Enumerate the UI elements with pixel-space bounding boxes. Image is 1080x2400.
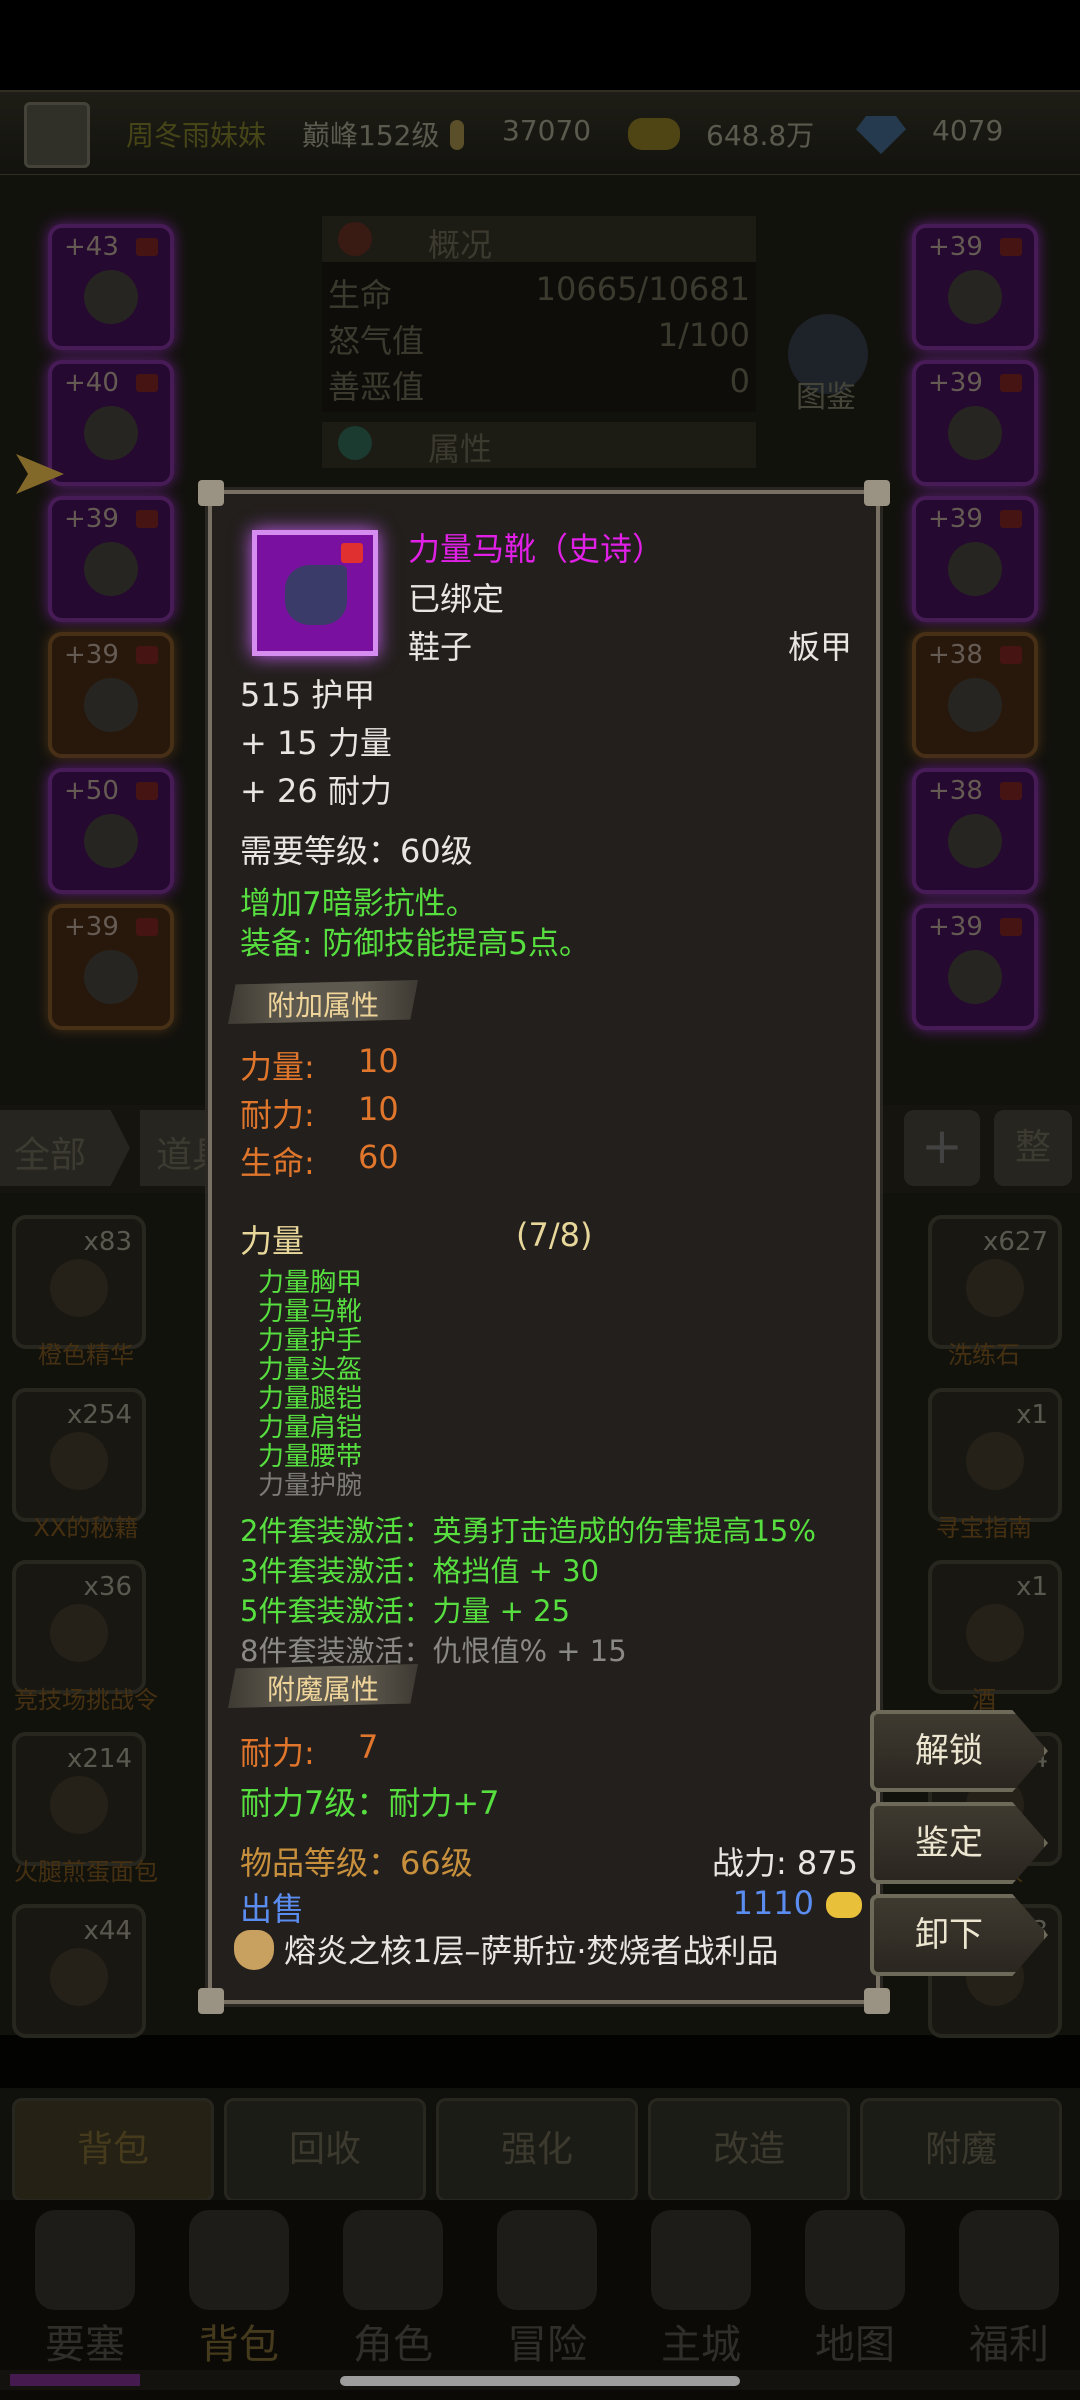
- corner-ornament: [864, 1988, 890, 2014]
- item-source: 熔炎之核1层–萨斯拉·焚烧者战利品: [284, 1932, 779, 1970]
- item-armor-type: 板甲: [787, 628, 852, 666]
- item-tooltip: 力量马靴（史诗） 已绑定 鞋子 板甲 515 护甲 + 15 力量 + 26 耐…: [198, 480, 890, 2014]
- item-bound: 已绑定: [408, 580, 505, 618]
- bonus-ribbon: 附加属性: [228, 980, 418, 1024]
- set-bonus: 3件套装激活：格挡值 + 30: [240, 1554, 600, 1588]
- item-name: 力量马靴（史诗）: [408, 530, 665, 568]
- unequip-button[interactable]: 卸下: [870, 1894, 1048, 1976]
- stat-line: + 15 力量: [240, 724, 392, 762]
- set-bonus: 8件套装激活：仇恨值% + 15: [240, 1634, 627, 1668]
- enchant-level: 耐力7级：耐力+7: [240, 1784, 500, 1822]
- item-slot: 鞋子: [408, 628, 473, 666]
- item-level: 物品等级：66级: [240, 1844, 473, 1882]
- set-bonus: 5件套装激活：力量 + 25: [240, 1594, 571, 1628]
- enchant-ribbon: 附魔属性: [228, 1664, 418, 1708]
- enchant-stat-label: 耐力:: [240, 1734, 315, 1772]
- sell-price: 1110: [732, 1884, 814, 1922]
- set-piece: 力量护腕: [258, 1471, 363, 1501]
- appraise-button[interactable]: 鉴定: [870, 1802, 1048, 1884]
- effect-line: 装备: 防御技能提高5点。: [240, 926, 591, 962]
- bonus-stat-label: 生命:: [240, 1144, 315, 1182]
- stat-line: + 26 耐力: [240, 772, 392, 810]
- bonus-stat-label: 耐力:: [240, 1096, 315, 1134]
- bonus-title: 附加属性: [266, 989, 379, 1022]
- corner-ornament: [198, 480, 224, 506]
- set-count: (7/8): [516, 1216, 593, 1254]
- bonus-stat-value: 10: [358, 1090, 399, 1128]
- boot-icon: [285, 565, 347, 625]
- effect-line: 增加7暗影抗性。: [240, 886, 477, 922]
- loot-bag-icon: [234, 1930, 274, 1970]
- status-bar: [0, 0, 1080, 90]
- gold-coin-icon: [826, 1892, 862, 1918]
- corner-ornament: [198, 1988, 224, 2014]
- sell-label: 出售: [240, 1890, 305, 1928]
- enchant-stat-value: 7: [358, 1728, 379, 1766]
- combat-power: 战力: 875: [711, 1844, 858, 1882]
- item-icon-frame: [252, 530, 378, 656]
- lock-icon: [341, 543, 363, 563]
- item-armor: 515 护甲: [240, 676, 376, 714]
- set-name: 力量: [240, 1222, 305, 1260]
- corner-ornament: [864, 480, 890, 506]
- set-bonus: 2件套装激活：英勇打击造成的伤害提高15%: [240, 1514, 816, 1548]
- required-level: 需要等级：60级: [240, 832, 473, 870]
- bonus-stat-value: 60: [358, 1138, 399, 1176]
- enchant-title: 附魔属性: [266, 1673, 379, 1706]
- bonus-stat-label: 力量:: [240, 1048, 315, 1086]
- bonus-stat-value: 10: [358, 1042, 399, 1080]
- unlock-button[interactable]: 解锁: [870, 1710, 1048, 1792]
